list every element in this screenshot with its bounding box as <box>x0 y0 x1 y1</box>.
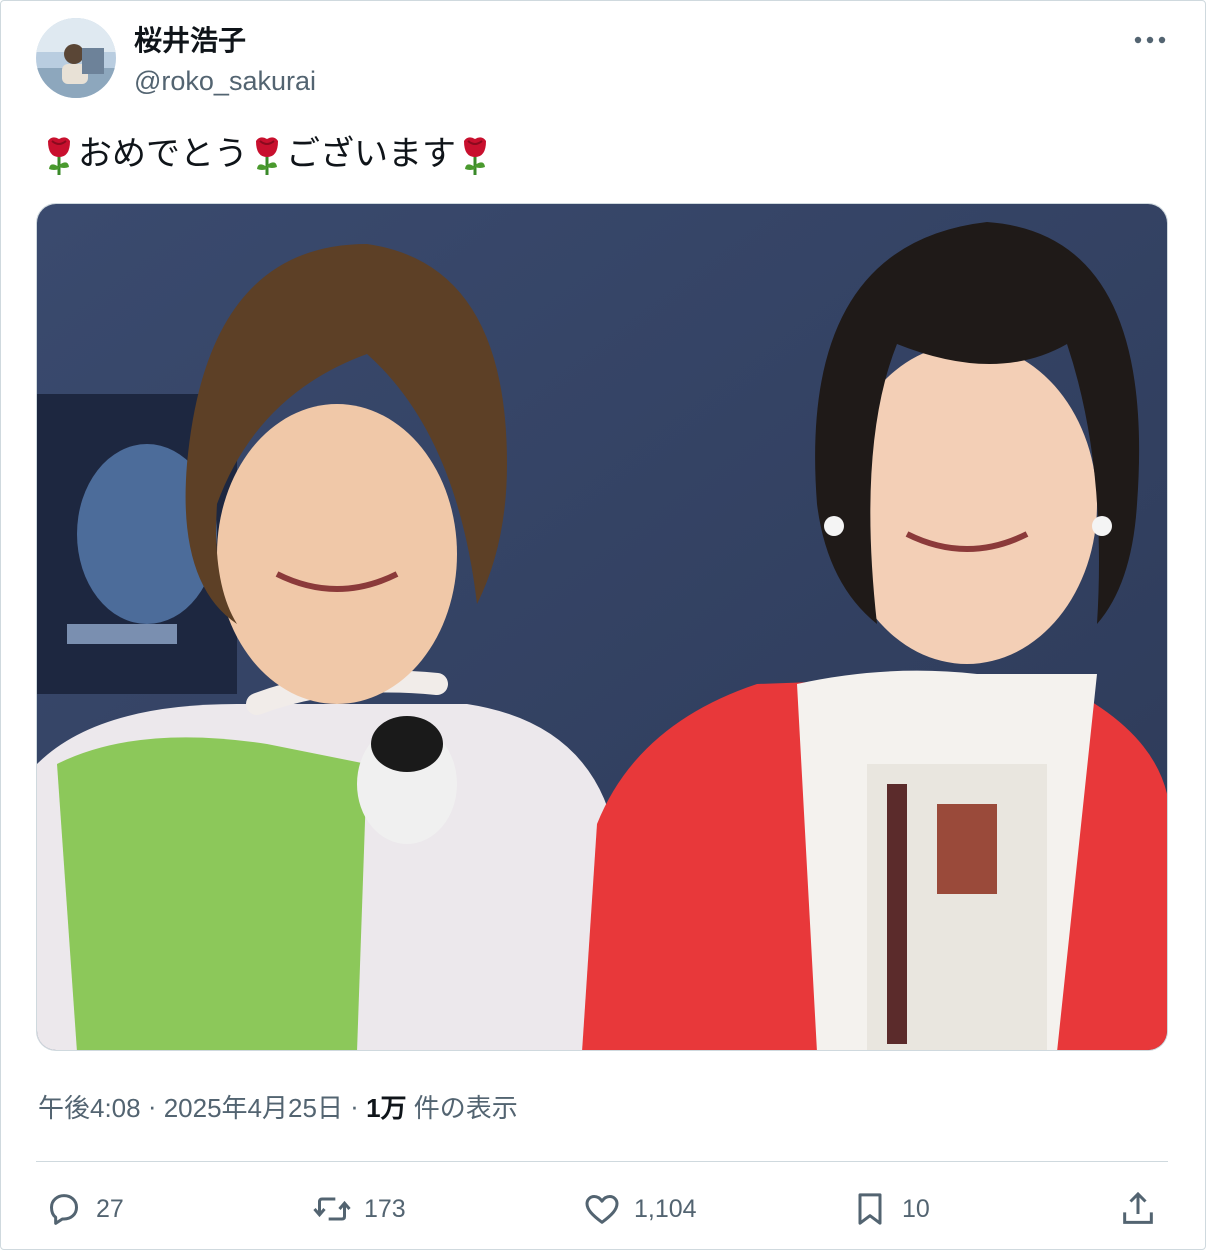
share-icon <box>1123 1191 1153 1224</box>
share-button[interactable] <box>1118 1186 1158 1232</box>
like-button[interactable]: 1,104 <box>582 1186 697 1232</box>
tweet-text-segment: ございます <box>286 135 456 173</box>
reply-count: 27 <box>96 1194 124 1223</box>
retweet-count: 173 <box>364 1194 406 1223</box>
views-label: 件の表示 <box>406 1092 518 1123</box>
user-handle[interactable]: @roko_sakurai <box>134 64 316 98</box>
tweet-photo[interactable] <box>36 203 1168 1051</box>
heart-icon <box>585 1195 619 1224</box>
like-count: 1,104 <box>634 1194 697 1223</box>
tweet-meta: 午後4:08 · 2025年4月25日 · 1万 件の表示 <box>38 1086 518 1126</box>
retweet-button[interactable]: 173 <box>312 1186 406 1232</box>
tweet-time[interactable]: 午後4:08 <box>38 1088 141 1125</box>
more-options-icon[interactable] <box>1128 26 1172 54</box>
avatar[interactable] <box>36 18 116 98</box>
bookmark-button[interactable]: 10 <box>850 1186 930 1232</box>
retweet-icon <box>313 1197 351 1221</box>
rose-icon <box>256 137 278 175</box>
reply-icon <box>50 1194 78 1225</box>
reply-button[interactable]: 27 <box>44 1186 124 1232</box>
meta-separator: · <box>342 1090 367 1121</box>
tweet-date[interactable]: 2025年4月25日 <box>164 1088 343 1125</box>
tweet-text: おめでとう ございます <box>40 128 494 180</box>
views-count: 1万 <box>366 1092 407 1123</box>
bookmark-icon <box>858 1193 882 1225</box>
meta-separator: · <box>140 1090 164 1121</box>
divider <box>36 1161 1168 1162</box>
display-name[interactable]: 桜井浩子 <box>134 24 246 58</box>
rose-icon <box>464 137 486 175</box>
tweet-text-segment: おめでとう <box>78 135 248 173</box>
rose-icon <box>48 137 70 175</box>
bookmark-count: 10 <box>902 1194 930 1223</box>
